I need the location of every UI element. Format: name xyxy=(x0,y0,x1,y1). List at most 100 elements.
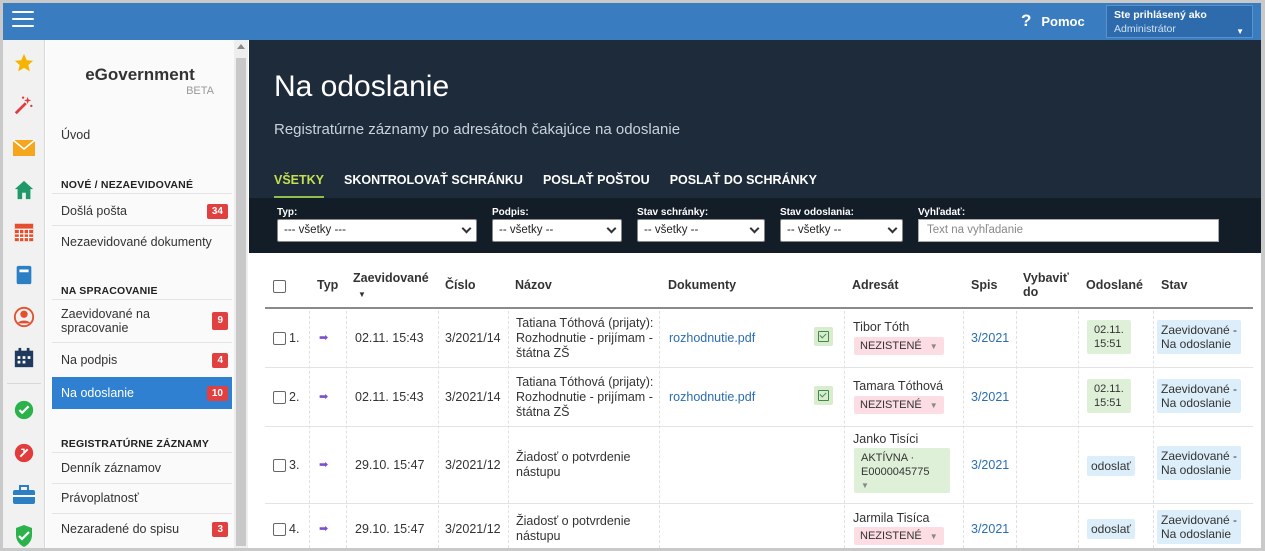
rail-divider xyxy=(7,383,41,384)
col-type[interactable]: Typ xyxy=(317,278,338,292)
schedule-icon[interactable] xyxy=(3,343,45,373)
row-title[interactable]: Žiadosť o potvrdenie nástupu xyxy=(516,450,630,480)
send-action-badge[interactable]: odoslať xyxy=(1087,456,1135,476)
signed-check-icon xyxy=(814,386,833,405)
col-documents[interactable]: Dokumenty xyxy=(668,278,736,292)
row-divider xyxy=(265,503,1253,504)
document-link[interactable]: rozhodnutie.pdf xyxy=(669,331,755,346)
menu-icon[interactable] xyxy=(12,11,34,29)
tab-all[interactable]: VŠETKY xyxy=(274,173,325,198)
col-pickup[interactable]: Vybaviť do xyxy=(1023,271,1069,299)
help-button[interactable]: ? Pomoc xyxy=(1021,11,1085,31)
col-file[interactable]: Spis xyxy=(971,278,997,292)
row-checkbox[interactable] xyxy=(273,459,286,472)
file-link[interactable]: 3/2021 xyxy=(971,331,1009,346)
col-name[interactable]: Názov xyxy=(515,278,552,292)
book-icon[interactable] xyxy=(3,260,45,290)
tab-check-box[interactable]: SKONTROLOVAŤ SCHRÁNKU xyxy=(344,173,523,198)
nav-item-validity[interactable]: Právoplatnosť xyxy=(52,487,232,509)
file-link[interactable]: 3/2021 xyxy=(971,522,1009,537)
row-title[interactable]: Tatiana Tóthová (prijaty): Rozhodnutie -… xyxy=(516,316,653,361)
box-status-badge[interactable]: AKTÍVNA · E0000045775 ▼ xyxy=(854,448,950,493)
check-circle-icon[interactable] xyxy=(3,395,45,425)
box-state-select[interactable]: -- všetky -- xyxy=(637,219,765,242)
sort-desc-icon[interactable]: ▼ xyxy=(358,290,366,299)
app-window: ? Pomoc Ste prihlásený ako Administrátor… xyxy=(3,3,1261,548)
state-badge: Zaevidované - Na odoslanie xyxy=(1157,379,1242,413)
col-guide xyxy=(844,311,845,548)
sidebar-scrollbar[interactable] xyxy=(234,40,248,548)
brand-title: eGovernment xyxy=(85,65,195,84)
tab-bar: VŠETKY SKONTROLOVAŤ SCHRÁNKU POSLAŤ POŠT… xyxy=(274,173,837,198)
col-guide xyxy=(1016,311,1017,548)
nav-divider xyxy=(52,452,232,453)
box-status-badge[interactable]: NEZISTENÉ ▼ xyxy=(854,337,944,355)
home-icon[interactable] xyxy=(3,175,45,205)
scrollbar-thumb[interactable] xyxy=(236,58,246,546)
user-menu[interactable]: Ste prihlásený ako Administrátor ▼ xyxy=(1106,5,1253,38)
col-state[interactable]: Stav xyxy=(1161,278,1187,292)
envelope-icon[interactable] xyxy=(3,133,45,163)
nav-item-intro[interactable]: Úvod xyxy=(52,124,232,146)
briefcase-icon[interactable] xyxy=(3,480,45,510)
row-cislo: 3/2021/14 xyxy=(445,331,501,345)
sent-time: 15:51 xyxy=(1094,397,1122,409)
tab-send-by-post[interactable]: POSLAŤ POŠTOU xyxy=(543,173,650,198)
row-cislo: 3/2021/14 xyxy=(445,390,501,404)
filter-type-label: Typ: xyxy=(277,207,298,218)
row-title[interactable]: Žiadosť o potvrdenie nástupu xyxy=(516,514,630,544)
filter-search-label: Vyhľadať: xyxy=(918,207,966,218)
icon-rail xyxy=(3,40,45,548)
filter-send-state: Stav odoslania: -- všetky -- xyxy=(780,207,903,242)
file-link[interactable]: 3/2021 xyxy=(971,458,1009,473)
nav-item-to-process[interactable]: Zaevidované na spracovanie 9 xyxy=(52,304,232,338)
nav-divider xyxy=(52,342,232,343)
sent-time: 15:51 xyxy=(1094,338,1122,350)
row-checkbox[interactable] xyxy=(273,523,286,536)
col-registered[interactable]: Zaevidované xyxy=(353,271,429,285)
select-all-checkbox[interactable] xyxy=(273,280,286,293)
nav-item-unregistered[interactable]: Nezaevidované dokumenty xyxy=(52,231,232,253)
nav-item-journal[interactable]: Denník záznamov xyxy=(52,457,232,479)
nav-item-label: Nezaevidované dokumenty xyxy=(61,235,212,249)
person-icon[interactable] xyxy=(3,302,45,332)
nav-item-incoming[interactable]: Došlá pošta 34 xyxy=(52,200,232,222)
chevron-down-icon: ▼ xyxy=(929,342,938,351)
row-number: 4. xyxy=(289,522,300,536)
nav-item-label: Došlá pošta xyxy=(61,204,128,218)
nosign-icon[interactable] xyxy=(3,438,45,468)
nav-item-unfiled[interactable]: Nezaradené do spisu 3 xyxy=(52,518,232,540)
help-label: Pomoc xyxy=(1041,13,1085,29)
col-sent[interactable]: Odoslané xyxy=(1086,278,1143,292)
scroll-up-icon[interactable] xyxy=(237,44,245,49)
row-title-line: Rozhodnutie - prijímam - xyxy=(516,390,653,404)
signature-select[interactable]: -- všetky -- xyxy=(492,219,622,242)
calendar-grid-icon[interactable] xyxy=(3,217,45,247)
col-addressee[interactable]: Adresát xyxy=(852,278,899,292)
shield-check-icon[interactable] xyxy=(3,521,45,548)
row-title[interactable]: Tatiana Tóthová (prijaty): Rozhodnutie -… xyxy=(516,375,653,420)
row-checkbox[interactable] xyxy=(273,391,286,404)
col-number[interactable]: Číslo xyxy=(445,278,476,292)
search-input[interactable]: Text na vyhľadanie xyxy=(918,219,1219,242)
nav-item-label: Na odoslanie xyxy=(61,386,134,400)
send-state-select[interactable]: -- všetky -- xyxy=(780,219,903,242)
box-status-badge[interactable]: NEZISTENÉ ▼ xyxy=(854,396,944,414)
nav-item-to-send[interactable]: Na odoslanie 10 xyxy=(52,377,232,409)
type-select[interactable]: --- všetky --- xyxy=(277,219,477,242)
row-checkbox[interactable] xyxy=(273,332,286,345)
tab-send-to-box[interactable]: POSLAŤ DO SCHRÁNKY xyxy=(670,173,817,198)
star-icon[interactable] xyxy=(3,48,45,78)
state-line: Na odoslanie xyxy=(1161,463,1232,477)
box-status-badge[interactable]: NEZISTENÉ ▼ xyxy=(854,527,944,545)
wand-icon[interactable] xyxy=(3,90,45,120)
document-link[interactable]: rozhodnutie.pdf xyxy=(669,390,755,405)
send-action-badge[interactable]: odoslať xyxy=(1087,519,1135,539)
file-link[interactable]: 3/2021 xyxy=(971,390,1009,405)
beta-label: BETA xyxy=(186,85,214,97)
row-number: 1. xyxy=(289,331,300,345)
nav-item-to-sign[interactable]: Na podpis 4 xyxy=(52,349,232,371)
row-divider xyxy=(265,426,1253,427)
row-title-line: štátna ZŠ xyxy=(516,346,570,360)
state-line: Na odoslanie xyxy=(1161,396,1232,410)
